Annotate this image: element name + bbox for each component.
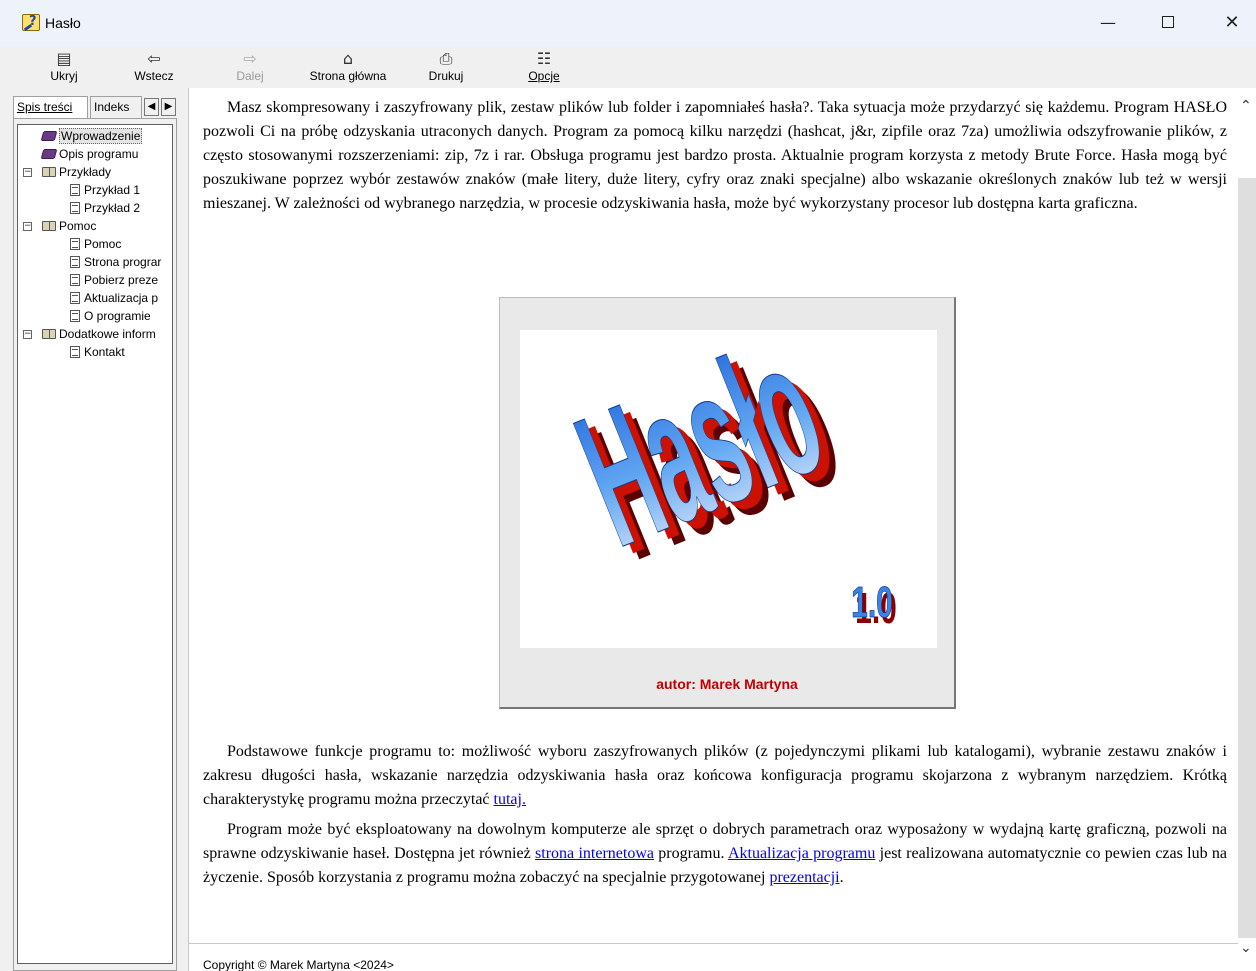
tree-item-pomoc[interactable]: Pomoc: [42, 217, 96, 235]
tree-item-wprowadzenie[interactable]: Wprowadzenie: [40, 127, 143, 145]
tab-index-label: Indeks: [94, 100, 130, 114]
print-button[interactable]: ⎙ Drukuj: [424, 49, 468, 84]
forward-label: Dalej: [236, 69, 264, 83]
functions-text: Podstawowe funkcje programu to: możliwoś…: [203, 743, 1227, 808]
home-label: Strona główna: [309, 69, 387, 83]
tree-item-strona-programu[interactable]: Strona prograr: [70, 253, 161, 271]
tab-scroll-left-button[interactable]: ◀: [144, 98, 159, 116]
tree-item-aktualizacja[interactable]: Aktualizacja p: [70, 289, 158, 307]
tree-item-przyklad-1[interactable]: Przykład 1: [70, 181, 140, 199]
requirements-text-4: .: [839, 869, 844, 886]
tutaj-link[interactable]: tutaj.: [494, 791, 526, 808]
page-icon: [70, 183, 80, 196]
tree-item-opis-programu[interactable]: Opis programu: [40, 145, 139, 163]
collapse-toggle[interactable]: −: [23, 168, 32, 177]
scroll-up-icon[interactable]: ⌃: [1240, 98, 1252, 114]
tree-item-label: Wprowadzenie: [59, 128, 143, 144]
content-pane: Masz skompresowany i zaszyfrowany plik, …: [188, 88, 1239, 971]
book-open-icon: [42, 166, 56, 177]
requirements-paragraph: Program może być eksploatowany na dowoln…: [203, 818, 1227, 890]
home-icon: ⌂: [342, 49, 354, 68]
logo-image: Hasło Hasło Hasło 1.0 1.0 autor: Marek M…: [499, 297, 956, 709]
minimize-button[interactable]: —: [1085, 8, 1131, 38]
hide-pane-icon: ▤: [56, 49, 72, 68]
title-bar: ? Hasło — ✕: [0, 0, 1256, 46]
copyright-text: Copyright © Marek Martyna <2024>: [203, 958, 394, 971]
tree-item-przyklad-2[interactable]: Przykład 2: [70, 199, 140, 217]
tree-item-pomoc-page[interactable]: Pomoc: [70, 235, 121, 253]
tree-item-dodatkowe-informacje[interactable]: Dodatkowe inform: [42, 325, 156, 343]
logo-canvas: Hasło Hasło Hasło 1.0 1.0: [520, 330, 937, 648]
back-arrow-icon: ⇦: [147, 49, 161, 68]
home-button[interactable]: ⌂ Strona główna: [300, 49, 396, 84]
forward-button[interactable]: ⇨ Dalej: [230, 49, 270, 84]
tree-item-label: Pomoc: [59, 219, 97, 233]
printer-icon: ⎙: [439, 49, 453, 68]
options-label: Opcje: [528, 69, 560, 83]
hide-button[interactable]: ▤ Ukryj: [44, 49, 84, 84]
tree-item-pobierz-prezentacje[interactable]: Pobierz preze: [70, 271, 158, 289]
book-closed-icon: [40, 130, 58, 141]
hide-label: Ukryj: [50, 69, 78, 83]
back-button[interactable]: ⇦ Wstecz: [128, 49, 180, 84]
footer-divider: [189, 943, 1239, 945]
page-icon: [70, 309, 80, 322]
page-icon: [70, 255, 80, 268]
options-icon: ☷: [536, 49, 552, 68]
tree-item-label: Przykład 2: [84, 201, 141, 215]
collapse-toggle[interactable]: −: [23, 222, 32, 231]
tree-item-label: Kontakt: [84, 345, 125, 359]
scrollbar-thumb[interactable]: [1238, 178, 1256, 938]
tree-item-label: Strona prograr: [84, 255, 162, 269]
tree-item-przyklady[interactable]: Przykłady: [42, 163, 111, 181]
functions-paragraph: Podstawowe funkcje programu to: możliwoś…: [203, 740, 1227, 812]
tree-item-label: Pobierz preze: [84, 273, 159, 287]
tree-frame: Wprowadzenie Opis programu − Przykłady P…: [13, 118, 177, 971]
page-icon: [70, 291, 80, 304]
book-open-icon: [42, 220, 56, 231]
tree-item-label: Przykład 1: [84, 183, 141, 197]
tab-index[interactable]: Indeks: [90, 96, 142, 118]
content-vertical-scrollbar[interactable]: ⌃ ⌄: [1238, 88, 1256, 971]
forward-arrow-icon: ⇨: [243, 49, 257, 68]
tree-item-label: Aktualizacja p: [84, 291, 159, 305]
tree-item-o-programie[interactable]: O programie: [70, 307, 151, 325]
website-link[interactable]: strona internetowa: [535, 845, 654, 862]
tab-scroll-right-button[interactable]: ▶: [161, 98, 176, 116]
page-icon: [70, 345, 80, 358]
window-title: Hasło: [45, 15, 81, 31]
navigation-pane: Spis treści Indeks ◀ ▶ Wprowadzenie Opis…: [0, 88, 188, 971]
help-app-icon: ?: [22, 14, 40, 32]
tree-item-label: Pomoc: [84, 237, 122, 251]
tab-contents[interactable]: Spis treści: [13, 96, 88, 119]
logo-version: 1.0: [851, 577, 893, 626]
tree-item-label: O programie: [84, 309, 151, 323]
tree-item-label: Dodatkowe inform: [59, 327, 156, 341]
collapse-toggle[interactable]: −: [23, 330, 32, 339]
requirements-text-2: programu.: [653, 845, 728, 862]
options-button[interactable]: ☷ Opcje: [522, 49, 566, 84]
tree-item-label: Przykłady: [59, 165, 112, 179]
tab-contents-label: Spis treści: [17, 100, 73, 114]
maximize-icon: [1162, 16, 1174, 28]
contents-tree: Wprowadzenie Opis programu − Przykłady P…: [17, 124, 173, 964]
maximize-button[interactable]: [1145, 8, 1191, 38]
close-button[interactable]: ✕: [1209, 8, 1255, 38]
intro-paragraph: Masz skompresowany i zaszyfrowany plik, …: [203, 99, 1227, 212]
presentation-link[interactable]: prezentacji: [769, 869, 839, 886]
page-icon: [70, 237, 80, 250]
haslo-logo: Hasło Hasło Hasło 1.0 1.0: [552, 330, 897, 632]
logo-author: autor: Marek Martyna: [656, 676, 798, 692]
book-closed-icon: [40, 148, 58, 159]
back-label: Wstecz: [134, 69, 174, 83]
tree-item-label: Opis programu: [59, 147, 139, 161]
toolbar: ▤ Ukryj ⇦ Wstecz ⇨ Dalej ⌂ Strona główna…: [0, 46, 1256, 88]
page-icon: [70, 201, 80, 214]
book-open-icon: [42, 328, 56, 339]
print-label: Drukuj: [428, 69, 464, 83]
scroll-down-icon[interactable]: ⌄: [1240, 940, 1252, 956]
update-link[interactable]: Aktualizacja programu: [728, 845, 875, 862]
page-icon: [70, 273, 80, 286]
tree-item-kontakt[interactable]: Kontakt: [70, 343, 125, 361]
